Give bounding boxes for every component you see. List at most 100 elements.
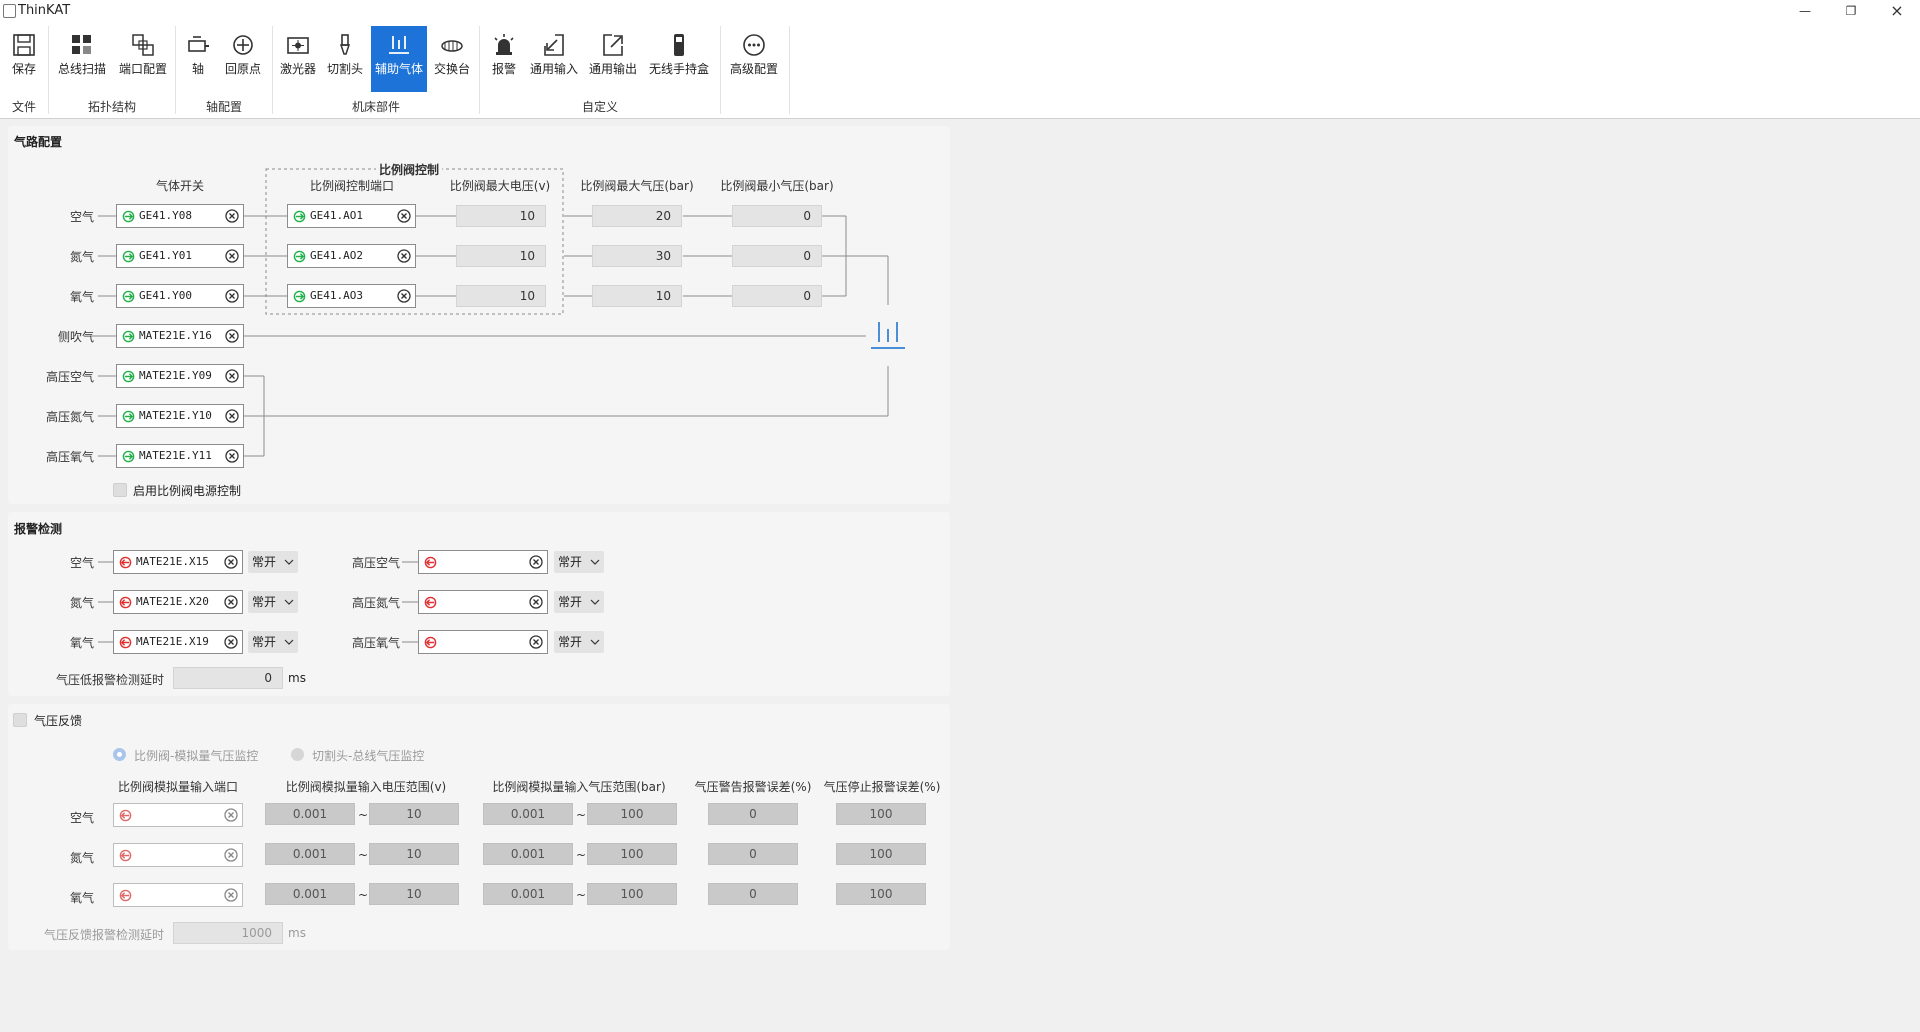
feedback-panel	[8, 704, 950, 950]
input-port-icon	[119, 596, 132, 609]
voltage-min-input[interactable]: 0.001	[265, 843, 355, 865]
radio-bus-monitor-label: 切割头-总线气压监控	[312, 749, 425, 763]
chevron-down-icon	[590, 639, 600, 645]
alarm-input-port[interactable]	[418, 630, 548, 654]
alarm-mode-value: 常开	[252, 635, 277, 649]
voltage-max-input[interactable]: 10	[369, 803, 459, 825]
alarm-mode-value: 常开	[558, 635, 583, 649]
warn-error-input[interactable]: 0	[708, 883, 798, 905]
clear-icon[interactable]	[224, 888, 238, 902]
clear-icon[interactable]	[224, 635, 238, 649]
alarm-row-label: 空气	[69, 556, 94, 570]
alarm-row-label: 高压氧气	[351, 636, 400, 650]
alarm-input-port[interactable]: MATE21E.X19	[113, 630, 243, 654]
feedback-input-port[interactable]	[113, 843, 243, 867]
clear-icon[interactable]	[529, 635, 543, 649]
feedback-delay-label: 气压反馈报警检测延时	[43, 928, 164, 942]
voltage-min-input[interactable]: 0.001	[265, 883, 355, 905]
clear-icon[interactable]	[529, 595, 543, 609]
alarm-mode-select[interactable]: 常开	[554, 591, 604, 613]
voltage-max-input[interactable]: 10	[369, 843, 459, 865]
feedback-row-label: 空气	[69, 811, 94, 825]
pressure-max-input[interactable]: 100	[587, 843, 677, 865]
range-tilde: ~	[358, 888, 369, 902]
pressure-feedback-checkbox[interactable]	[13, 713, 27, 727]
alarm-mode-select[interactable]: 常开	[248, 591, 298, 613]
voltage-min-input[interactable]: 0.001	[265, 803, 355, 825]
stop-error-input[interactable]: 100	[836, 843, 926, 865]
pressure-min-input[interactable]: 0.001	[483, 843, 573, 865]
chevron-down-icon	[590, 559, 600, 565]
close-button[interactable]: ×	[1874, 0, 1920, 22]
chevron-down-icon	[590, 599, 600, 605]
alarm-mode-value: 常开	[252, 595, 277, 609]
low-pressure-delay-label: 气压低报警检测延时	[55, 673, 164, 687]
range-tilde: ~	[358, 848, 369, 862]
chevron-down-icon	[284, 639, 294, 645]
input-port-icon	[119, 849, 132, 862]
radio-bus-monitor[interactable]	[291, 748, 304, 761]
alarm-input-port[interactable]	[418, 590, 548, 614]
pressure-max-input[interactable]: 100	[587, 803, 677, 825]
alarm-row-label: 高压空气	[351, 556, 400, 570]
restore-button[interactable]: ❐	[1828, 0, 1874, 22]
alarm-mode-select[interactable]: 常开	[248, 551, 298, 573]
range-tilde: ~	[576, 848, 587, 862]
chevron-down-icon	[284, 599, 294, 605]
input-port-icon	[119, 556, 132, 569]
feedback-row-label: 氮气	[69, 851, 94, 865]
alarm-mode-value: 常开	[252, 555, 277, 569]
pressure-max-input[interactable]: 100	[587, 883, 677, 905]
port-text: MATE21E.X15	[136, 555, 209, 568]
input-port-icon	[119, 889, 132, 902]
clear-icon[interactable]	[529, 555, 543, 569]
header-analog-port: 比例阀模拟量输入端口	[117, 780, 238, 794]
clear-icon[interactable]	[224, 595, 238, 609]
alarm-mode-value: 常开	[558, 555, 583, 569]
alarm-input-port[interactable]: MATE21E.X20	[113, 590, 243, 614]
pressure-feedback-title: 气压反馈	[34, 714, 83, 728]
input-port-icon	[424, 636, 437, 649]
alarm-input-port[interactable]: MATE21E.X15	[113, 550, 243, 574]
input-port-icon	[119, 636, 132, 649]
alarm-mode-select[interactable]: 常开	[248, 631, 298, 653]
header-stop-error: 气压停止报警误差(%)	[823, 780, 941, 794]
alarm-mode-select[interactable]: 常开	[554, 631, 604, 653]
stop-error-input[interactable]: 100	[836, 883, 926, 905]
port-text: MATE21E.X19	[136, 635, 209, 648]
range-tilde: ~	[576, 888, 587, 902]
clear-icon[interactable]	[224, 555, 238, 569]
radio-analog-monitor[interactable]	[113, 748, 126, 761]
clear-icon[interactable]	[224, 808, 238, 822]
feedback-delay-input[interactable]: 1000	[173, 922, 283, 944]
warn-error-input[interactable]: 0	[708, 843, 798, 865]
warn-error-input[interactable]: 0	[708, 803, 798, 825]
pressure-min-input[interactable]: 0.001	[483, 803, 573, 825]
input-port-icon	[119, 809, 132, 822]
clear-icon[interactable]	[224, 848, 238, 862]
feedback-row-label: 氧气	[69, 891, 94, 905]
chevron-down-icon	[284, 559, 294, 565]
alarm-mode-select[interactable]: 常开	[554, 551, 604, 573]
header-voltage-range: 比例阀模拟量输入电压范围(v)	[285, 780, 447, 794]
feedback-input-port[interactable]	[113, 803, 243, 827]
range-tilde: ~	[358, 808, 369, 822]
input-port-icon	[424, 596, 437, 609]
voltage-max-input[interactable]: 10	[369, 883, 459, 905]
stop-error-input[interactable]: 100	[836, 803, 926, 825]
header-pressure-range: 比例阀模拟量输入气压范围(bar)	[492, 780, 666, 794]
alarm-row-label: 氧气	[69, 636, 94, 650]
minimize-button[interactable]: —	[1782, 0, 1828, 22]
low-pressure-delay-input[interactable]: 0	[173, 667, 283, 689]
input-port-icon	[424, 556, 437, 569]
radio-analog-monitor-label: 比例阀-模拟量气压监控	[134, 749, 259, 763]
feedback-delay-unit: ms	[288, 926, 306, 940]
alarm-mode-value: 常开	[558, 595, 583, 609]
alarm-row-label: 氮气	[69, 596, 94, 610]
port-text: MATE21E.X20	[136, 595, 209, 608]
range-tilde: ~	[576, 808, 587, 822]
pressure-min-input[interactable]: 0.001	[483, 883, 573, 905]
alarm-input-port[interactable]	[418, 550, 548, 574]
low-pressure-delay-unit: ms	[288, 671, 306, 685]
feedback-input-port[interactable]	[113, 883, 243, 907]
